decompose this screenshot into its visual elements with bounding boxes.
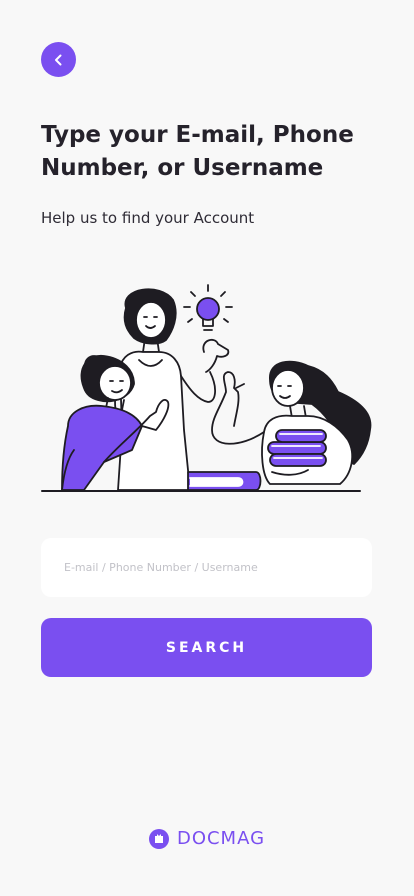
book-on-table	[187, 471, 262, 491]
back-button[interactable]	[41, 42, 76, 77]
account-search-input[interactable]	[41, 538, 372, 597]
footer-brand: DOCMAG	[0, 828, 414, 849]
search-button[interactable]: SEARCH	[41, 618, 372, 677]
docmag-logo-icon	[148, 828, 169, 849]
brand-name: DOCMAG	[176, 828, 266, 849]
book-stack-right	[267, 429, 327, 467]
page-title: Type your E-mail, Phone Number, or Usern…	[41, 122, 354, 181]
page-subtitle: Help us to find your Account	[41, 209, 255, 227]
account-search-illustration	[41, 284, 372, 492]
lightbulb-icon	[183, 284, 233, 331]
chevron-left-icon	[54, 54, 61, 65]
